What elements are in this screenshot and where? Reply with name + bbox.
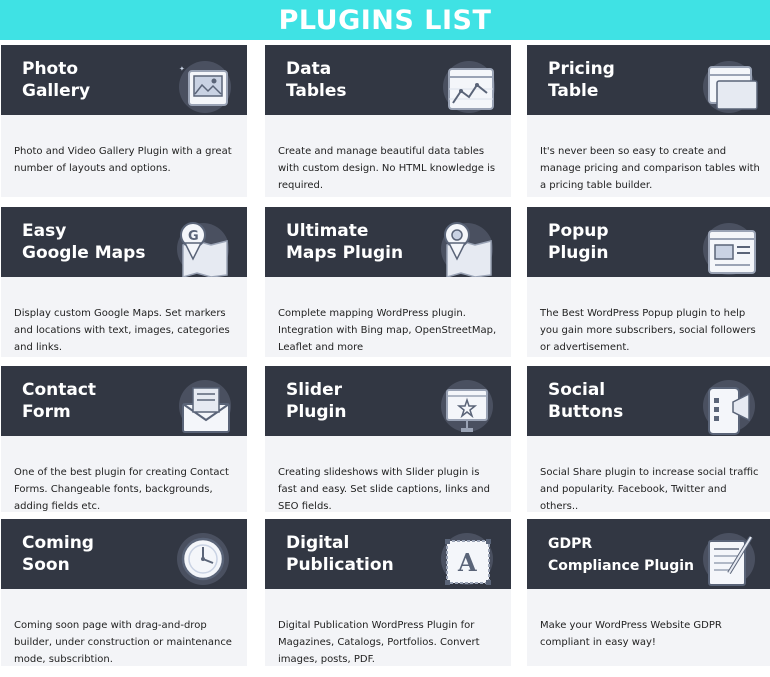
card-header: Pricing Table [527, 45, 770, 115]
card-header: Easy Google Maps G [1, 207, 247, 277]
card-description: It's never been so easy to create and ma… [540, 146, 760, 191]
card-header: Data Tables [265, 45, 511, 115]
card-title: Easy Google Maps [22, 221, 146, 263]
svg-text:G: G [188, 229, 199, 244]
card-description: Photo and Video Gallery Plugin with a gr… [14, 146, 232, 174]
pricing-table-icon [703, 61, 758, 113]
svg-text:✦: ✦ [179, 65, 185, 73]
plugin-card-data-tables[interactable]: Data Tables Create and manage beautiful … [265, 45, 511, 197]
plugin-card-slider[interactable]: Slider Plugin Creating slideshows with S… [265, 366, 511, 512]
card-title: Photo Gallery [22, 59, 91, 101]
card-header: Slider Plugin [265, 366, 511, 436]
plugin-card-social-buttons[interactable]: Social Buttons Social Share plugin to in… [527, 366, 770, 512]
card-description: Coming soon page with drag-and-drop buil… [14, 620, 232, 665]
plugins-grid: Photo Gallery ✦ Photo and Video Gallery … [0, 45, 770, 666]
svg-text:A: A [457, 548, 477, 577]
plugin-card-pricing-table[interactable]: Pricing Table It's never been so easy to… [527, 45, 770, 197]
plugin-card-ultimate-maps[interactable]: Ultimate Maps Plugin Complete mapping Wo… [265, 207, 511, 357]
photo-gallery-icon: ✦ [179, 61, 231, 113]
card-title: Ultimate Maps Plugin [286, 221, 404, 263]
plugin-card-gdpr[interactable]: GDPR Compliance Plugin Make your WordPre… [527, 519, 770, 666]
card-header: Popup Plugin [527, 207, 770, 277]
header-banner: PLUGINS LIST [0, 0, 770, 40]
card-header: Photo Gallery ✦ [1, 45, 247, 115]
card-title: Digital Publication [286, 533, 394, 575]
maps-plugin-icon [441, 222, 493, 277]
card-header: Ultimate Maps Plugin [265, 207, 511, 277]
plugin-card-digital-publication[interactable]: Digital Publication A Digital Publicatio… [265, 519, 511, 666]
card-description: Social Share plugin to increase social t… [540, 467, 759, 512]
card-description: Display custom Google Maps. Set markers … [14, 308, 230, 353]
card-description: Complete mapping WordPress plugin. Integ… [278, 308, 497, 353]
google-maps-icon: G [177, 222, 229, 277]
plugin-card-easy-google-maps[interactable]: Easy Google Maps G Display custom Google… [1, 207, 247, 357]
card-description: Create and manage beautiful data tables … [278, 146, 496, 191]
card-description: One of the best plugin for creating Cont… [14, 467, 229, 512]
card-description: Creating slideshows with Slider plugin i… [278, 467, 490, 512]
page-title: PLUGINS LIST [278, 4, 492, 36]
card-title: Slider Plugin [286, 380, 347, 422]
slider-icon [441, 380, 493, 432]
card-header: Digital Publication A [265, 519, 511, 589]
popup-icon [703, 223, 756, 275]
card-title: Contact Form [22, 380, 97, 422]
gdpr-icon [703, 533, 755, 586]
digital-publication-icon: A [441, 533, 493, 585]
card-title: GDPR Compliance Plugin [548, 536, 694, 574]
social-buttons-icon [703, 380, 755, 435]
plugin-card-contact-form[interactable]: Contact Form One of the best plugin for … [1, 366, 247, 512]
card-title: Popup Plugin [548, 221, 609, 263]
card-header: GDPR Compliance Plugin [527, 519, 770, 589]
card-description: The Best WordPress Popup plugin to help … [540, 308, 756, 353]
card-header: Contact Form [1, 366, 247, 436]
card-title: Data Tables [286, 59, 347, 101]
card-header: Social Buttons [527, 366, 770, 436]
data-tables-icon [443, 61, 495, 113]
plugin-card-popup[interactable]: Popup Plugin The Best WordPress Popup pl… [527, 207, 770, 357]
card-title: Social Buttons [548, 380, 624, 422]
plugin-card-coming-soon[interactable]: Coming Soon Coming soon page with drag-a… [1, 519, 247, 666]
card-description: Make your WordPress Website GDPR complia… [540, 620, 722, 648]
coming-soon-icon [177, 533, 229, 585]
contact-form-icon [179, 380, 231, 433]
card-description: Digital Publication WordPress Plugin for… [278, 620, 480, 665]
card-header: Coming Soon [1, 519, 247, 589]
card-title: Coming Soon [22, 533, 94, 575]
plugin-card-photo-gallery[interactable]: Photo Gallery ✦ Photo and Video Gallery … [1, 45, 247, 197]
card-title: Pricing Table [548, 59, 615, 101]
